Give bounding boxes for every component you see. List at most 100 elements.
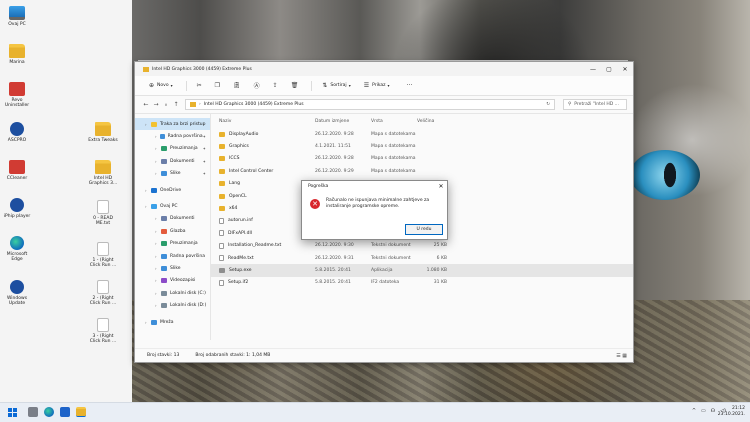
cut-button[interactable]: ✂ — [197, 82, 205, 89]
ok-button[interactable]: U redu — [405, 224, 443, 235]
nav-item[interactable]: › Glazba — [135, 225, 210, 237]
nav-item-label: Preuzimanja — [170, 146, 198, 152]
view-button[interactable]: ☰ Prikaz ▾ — [364, 82, 393, 89]
error-dialog[interactable]: Pogreška ✕ ✕ Računalo ne ispunjava minim… — [301, 180, 448, 240]
column-header-date[interactable]: Datum izmjene — [315, 119, 371, 124]
chevron-down-icon: ▾ — [170, 83, 173, 88]
forward-arrow-icon[interactable]: → — [151, 101, 161, 108]
column-header-type[interactable]: Vrsta — [371, 119, 417, 124]
nav-item[interactable]: › OneDrive — [135, 184, 210, 196]
search-input[interactable]: ⚲ Pretraži "Intel HD ... — [563, 99, 627, 110]
nav-item[interactable]: › Dokumenti — [135, 213, 210, 225]
desktop-icon-intel-hd-folder[interactable]: Intel HD Graphics 3... — [88, 160, 118, 186]
copy-button[interactable]: ❐ — [215, 82, 223, 89]
dialog-close-button[interactable]: ✕ — [435, 183, 447, 190]
rename-icon: Ⓐ — [253, 83, 260, 90]
file-row[interactable]: Setup.if2 5.8.2015. 20:41 IF2 datoteka 31 K… — [211, 277, 633, 289]
nav-item[interactable]: › Slike ✦ — [135, 168, 210, 180]
scissors-icon: ✂ — [196, 82, 202, 89]
nav-item[interactable]: › Lokalni disk (D:) — [135, 299, 210, 311]
file-row[interactable]: Intel Control Center 26.12.2020. 9:29 Mapa… — [211, 165, 633, 177]
desktop-icon-ccleaner[interactable]: CCleaner — [2, 160, 32, 181]
taskbar-search-icon[interactable] — [28, 407, 38, 417]
maximize-button[interactable]: ▢ — [601, 62, 617, 76]
nav-item-label: Slike — [170, 171, 181, 177]
dialog-titlebar[interactable]: Pogreška ✕ — [302, 181, 447, 192]
nav-item[interactable]: › Dokumenti ✦ — [135, 155, 210, 167]
nav-item[interactable]: › Radna površina ✦ — [135, 130, 210, 142]
file-name: Intel Control Center — [229, 168, 274, 174]
desktop-icon-label: Intel HD Graphics 3... — [88, 176, 118, 186]
paste-button[interactable]: 📋︎ — [233, 82, 244, 89]
view-toggle-icons[interactable]: ☰ ▦ — [616, 353, 627, 359]
nav-item[interactable]: › Ovaj PC — [135, 200, 210, 212]
nav-item[interactable]: › Traka za brzi pristup — [135, 118, 210, 131]
rename-button[interactable]: Ⓐ — [254, 81, 263, 90]
new-button[interactable]: ⊕ Novo ▾ — [149, 82, 176, 89]
desktop-icon-marina[interactable]: Marina — [2, 44, 32, 65]
tray-battery-icon[interactable]: ▭ — [701, 408, 706, 414]
column-header-size[interactable]: Veličina — [417, 119, 447, 124]
tray-network-icon[interactable]: ☊ — [711, 408, 715, 414]
share-button[interactable]: ⇪ — [273, 82, 281, 89]
desktop-icon-extra-tweaks[interactable]: Extra Tweaks — [88, 122, 118, 143]
nav-item-icon — [161, 278, 167, 284]
recent-chevron-icon[interactable]: ∨ — [161, 102, 171, 107]
desktop-icon-right-click-3[interactable]: 3 - (Right Click Run ... — [88, 318, 118, 344]
folder-icon — [95, 122, 111, 136]
desktop-icon-revo[interactable]: Revo Uninstaller — [2, 82, 32, 108]
more-options-button[interactable]: ··· — [407, 82, 413, 89]
file-name: DisplayAudio — [229, 131, 259, 137]
minimize-button[interactable]: — — [585, 62, 601, 76]
column-header-name[interactable]: Naziv — [219, 119, 315, 124]
address-path[interactable]: › Intel HD Graphics 3000 (4459) Extreme … — [185, 99, 555, 110]
taskbar-word-icon[interactable] — [60, 407, 70, 417]
desktop-icon-ascpro[interactable]: ASCPRO — [2, 122, 32, 143]
back-arrow-icon[interactable]: ← — [141, 101, 151, 108]
nav-item[interactable]: › Preuzimanja ✦ — [135, 143, 210, 155]
status-bar: Broj stavki: 13 Broj odabranih stavki: 1… — [135, 348, 633, 362]
file-row[interactable]: Installation_Readme.txt 26.12.2020. 9:30 T… — [211, 240, 633, 252]
desktop-icon-readme[interactable]: 0 - READ ME.txt — [88, 200, 118, 226]
windows-logo-icon — [8, 413, 12, 417]
image-file-icon — [97, 280, 109, 294]
desktop-icon-windows-update[interactable]: Windows Update — [2, 280, 32, 306]
image-file-icon — [97, 318, 109, 332]
file-row[interactable]: ReadMe.txt 26.12.2020. 9:31 Tekstni dokume… — [211, 252, 633, 264]
tray-overflow-icon[interactable]: ^ — [692, 408, 696, 414]
file-name: Setup.if2 — [228, 280, 249, 286]
nav-item-label: Mreža — [160, 319, 174, 325]
start-button[interactable] — [8, 408, 17, 417]
desktop-icon-this-pc[interactable]: Ovaj PC — [2, 6, 32, 27]
folder-icon — [143, 66, 149, 72]
dialog-title: Pogreška — [308, 184, 329, 189]
delete-button[interactable]: 🗑︎ — [291, 82, 302, 89]
file-row[interactable]: DisplayAudio 26.12.2020. 9:28 Mapa s datot… — [211, 128, 633, 140]
nav-item-icon — [161, 216, 167, 222]
desktop-icon-edge[interactable]: Microsoft Edge — [2, 236, 32, 262]
up-arrow-icon[interactable]: ↑ — [171, 101, 181, 108]
nav-item[interactable]: › Mreža — [135, 316, 210, 328]
sort-button[interactable]: ⇅ Sortiraj ▾ — [322, 82, 353, 89]
nav-item[interactable]: › Videozapisi — [135, 275, 210, 287]
file-row[interactable]: Graphics 4.1.2021. 11:51 Mapa s datotekama — [211, 140, 633, 152]
file-type: Tekstni dokument — [371, 243, 411, 249]
close-button[interactable]: ✕ — [617, 62, 633, 76]
taskbar-clock[interactable]: 21:12 23.10.2021. — [718, 406, 745, 418]
refresh-icon[interactable]: ↻ — [546, 102, 550, 107]
desktop-icon-iphip[interactable]: iPhip player — [2, 198, 32, 219]
desktop-icon-label: 2 - (Right Click Run ... — [89, 296, 117, 306]
nav-item[interactable]: › Slike — [135, 262, 210, 274]
desktop-icon-right-click-1[interactable]: 1 - (Right Click Run ... — [88, 242, 118, 268]
nav-item[interactable]: › Lokalni disk (C:) — [135, 287, 210, 299]
file-row[interactable]: Setup.exe 5.8.2015. 20:41 Aplikacija 1.080 … — [211, 264, 633, 277]
file-row[interactable]: ICCS 26.12.2020. 9:28 Mapa s datotekama — [211, 153, 633, 165]
file-size: 1.080 KB — [426, 267, 447, 273]
taskbar-explorer-icon[interactable] — [76, 407, 86, 417]
desktop-icon-right-click-2[interactable]: 2 - (Right Click Run ... — [88, 280, 118, 306]
nav-item[interactable]: › Radna površina — [135, 250, 210, 262]
folder-icon — [219, 206, 225, 212]
nav-item[interactable]: › Preuzimanja — [135, 238, 210, 250]
taskbar-edge-icon[interactable] — [44, 407, 54, 417]
window-titlebar[interactable]: Intel HD Graphics 3000 (4459) Extreme Pl… — [135, 62, 633, 76]
